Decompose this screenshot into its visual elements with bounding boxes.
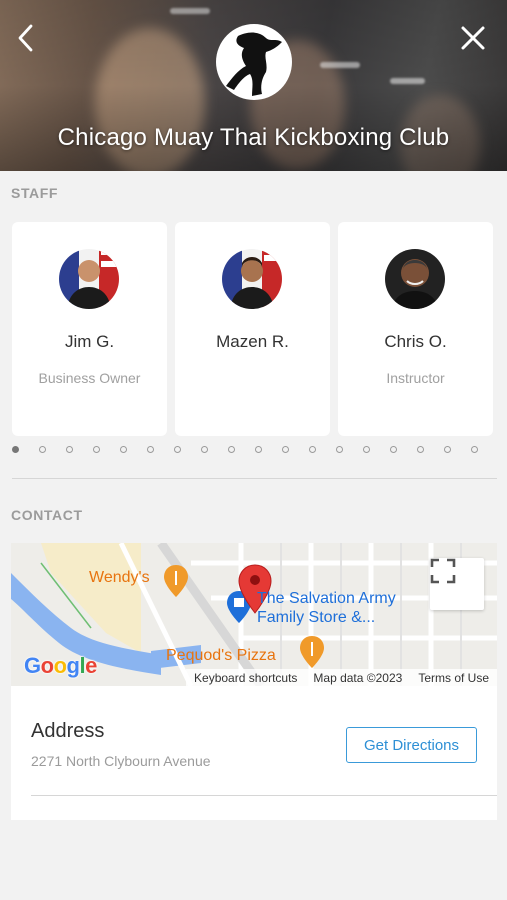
close-icon bbox=[461, 26, 485, 50]
keyboard-shortcuts-link[interactable]: Keyboard shortcuts bbox=[194, 671, 297, 685]
fullscreen-icon bbox=[430, 558, 456, 584]
address-card: Address 2271 North Clybourn Avenue Get D… bbox=[11, 686, 497, 820]
staff-pager-dots bbox=[12, 446, 492, 460]
contact-section-label: CONTACT bbox=[11, 507, 83, 523]
pager-dot[interactable] bbox=[174, 446, 181, 453]
staff-section-label: STAFF bbox=[11, 185, 59, 201]
close-button[interactable] bbox=[453, 18, 493, 58]
pager-dot[interactable] bbox=[66, 446, 73, 453]
map-place-pequods-pizza[interactable]: Pequod's Pizza bbox=[166, 647, 276, 665]
pager-dot[interactable] bbox=[471, 446, 478, 453]
get-directions-button[interactable]: Get Directions bbox=[346, 727, 477, 763]
terms-of-use-link[interactable]: Terms of Use bbox=[418, 671, 489, 685]
pager-dot[interactable] bbox=[336, 446, 343, 453]
pager-dot[interactable] bbox=[363, 446, 370, 453]
staff-card-chris[interactable]: Chris O. Instructor bbox=[338, 222, 493, 436]
section-divider bbox=[12, 478, 497, 479]
staff-card-jim[interactable]: Jim G. Business Owner bbox=[12, 222, 167, 436]
pager-dot[interactable] bbox=[282, 446, 289, 453]
avatar bbox=[222, 249, 282, 309]
club-logo bbox=[216, 24, 292, 100]
address-value: 2271 North Clybourn Avenue bbox=[31, 753, 211, 769]
map-place-salvation-army[interactable]: The Salvation Army bbox=[257, 590, 396, 608]
staff-role: Business Owner bbox=[38, 370, 141, 386]
staff-name: Chris O. bbox=[384, 332, 447, 351]
pager-dot[interactable] bbox=[309, 446, 316, 453]
map-place-wendys[interactable]: Wendy's bbox=[89, 569, 150, 587]
pager-dot[interactable] bbox=[201, 446, 208, 453]
avatar bbox=[59, 249, 119, 309]
staff-role: Instructor bbox=[386, 370, 445, 386]
map-fullscreen-button[interactable] bbox=[430, 558, 484, 610]
chevron-left-icon bbox=[18, 24, 33, 52]
pager-dot[interactable] bbox=[444, 446, 451, 453]
pager-dot[interactable] bbox=[228, 446, 235, 453]
pager-dot[interactable] bbox=[120, 446, 127, 453]
club-title: Chicago Muay Thai Kickboxing Club bbox=[57, 124, 450, 151]
staff-card-mazen[interactable]: Mazen R. bbox=[175, 222, 330, 436]
location-map[interactable]: Wendy's The Salvation Army Family Store … bbox=[11, 543, 497, 686]
back-button[interactable] bbox=[6, 18, 46, 58]
staff-name: Mazen R. bbox=[216, 332, 289, 351]
pager-dot[interactable] bbox=[12, 446, 19, 453]
map-footer: Keyboard shortcuts Map data ©2023 Terms … bbox=[186, 669, 497, 686]
pager-dot[interactable] bbox=[417, 446, 424, 453]
pager-dot[interactable] bbox=[147, 446, 154, 453]
address-title: Address bbox=[31, 720, 105, 742]
header-banner: Chicago Muay Thai Kickboxing Club bbox=[0, 0, 507, 171]
pager-dot[interactable] bbox=[255, 446, 262, 453]
avatar bbox=[385, 249, 445, 309]
pager-dot[interactable] bbox=[39, 446, 46, 453]
address-divider bbox=[31, 795, 497, 796]
google-logo: Google bbox=[24, 653, 97, 678]
map-data-text: Map data ©2023 bbox=[313, 670, 403, 685]
staff-name: Jim G. bbox=[64, 332, 115, 351]
pager-dot[interactable] bbox=[390, 446, 397, 453]
pager-dot[interactable] bbox=[93, 446, 100, 453]
map-place-family-store[interactable]: Family Store &... bbox=[257, 609, 375, 627]
